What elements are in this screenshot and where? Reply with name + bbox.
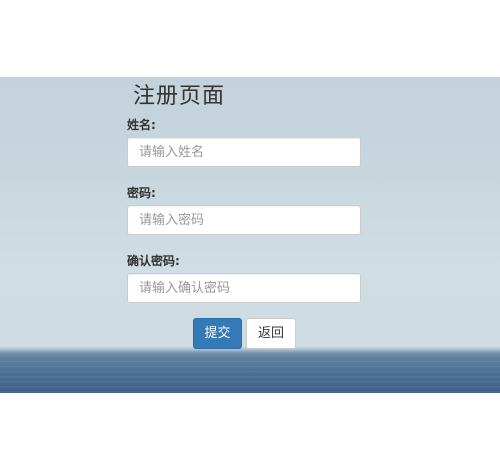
confirm-password-input[interactable] [127, 273, 361, 303]
sea-horizon [0, 347, 500, 393]
page-title: 注册页面 [133, 84, 226, 109]
back-button[interactable]: 返回 [246, 318, 296, 349]
confirm-password-label: 确认密码: [127, 254, 180, 268]
name-label: 姓名: [127, 118, 156, 132]
password-input[interactable] [127, 205, 361, 235]
password-label: 密码: [127, 186, 156, 200]
page: 注册页面 姓名: 密码: 确认密码: 提交 返回 [0, 0, 500, 472]
submit-button[interactable]: 提交 [193, 318, 242, 349]
name-input[interactable] [127, 137, 361, 167]
